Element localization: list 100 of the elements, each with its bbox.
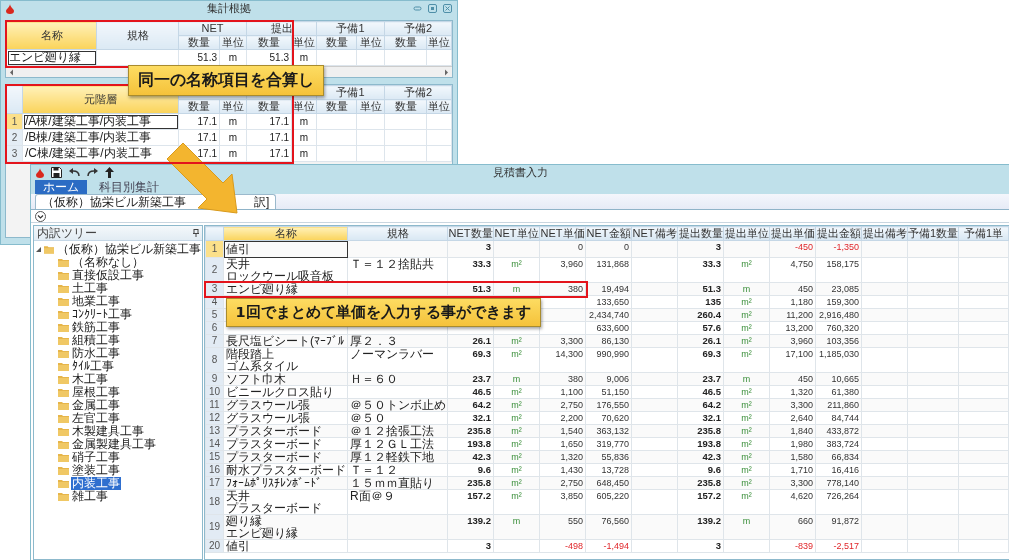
- cell-text: ロックウール吸音板: [226, 270, 335, 282]
- table-cell: 17.1: [246, 145, 292, 162]
- column-group-header: 予備1: [316, 21, 385, 36]
- row-number: 11: [205, 398, 224, 412]
- row-number: 19: [205, 514, 224, 540]
- table-cell: 990,990: [585, 347, 632, 373]
- table-cell: 9.6: [677, 463, 724, 477]
- table-cell: 1,980: [769, 437, 816, 451]
- table-cell: 726,264: [815, 489, 862, 515]
- table-cell: 193.8: [447, 437, 494, 451]
- cell-text: プラスターボード: [226, 502, 323, 514]
- table-cell: m²: [493, 385, 540, 399]
- table-cell: 61,380: [815, 385, 862, 399]
- table-cell: グラスウール張: [223, 411, 348, 425]
- table-cell: 32.1: [447, 411, 494, 425]
- table-cell: 157.2: [677, 489, 724, 515]
- table-cell: 4,750: [769, 257, 816, 283]
- table-cell: 133,650: [585, 295, 632, 309]
- table-cell: 46.5: [447, 385, 494, 399]
- table-cell: 値引: [223, 539, 348, 553]
- table-cell: 760,320: [815, 321, 862, 335]
- table-cell: 135: [677, 295, 724, 309]
- column-group-header: 予備2: [384, 85, 452, 100]
- tab-label: 訳]: [254, 193, 270, 211]
- table-cell: m: [291, 145, 317, 162]
- table-cell: 2,200: [539, 411, 586, 425]
- tab-label: （仮称）協栄ビル新築工事: [42, 193, 186, 211]
- table-cell: 17.1: [178, 113, 220, 130]
- table-cell: 14,300: [539, 347, 586, 373]
- table-cell: m²: [723, 411, 770, 425]
- table-cell: 605,220: [585, 489, 632, 515]
- table-cell: m²: [493, 437, 540, 451]
- table-cell: m²: [493, 347, 540, 373]
- table-cell: -498: [539, 539, 586, 553]
- table-cell: m²: [723, 489, 770, 515]
- table-cell: -1,494: [585, 539, 632, 553]
- cell-text: 天井: [226, 490, 251, 502]
- table-cell: 1,430: [539, 463, 586, 477]
- table-cell: m²: [723, 257, 770, 283]
- table-cell: プラスターボード: [223, 437, 348, 451]
- table-cell: ビニールクロス貼り: [223, 385, 348, 399]
- table-cell: 1,710: [769, 463, 816, 477]
- table-cell: 1,185,030: [815, 347, 862, 373]
- table-cell: m²: [493, 411, 540, 425]
- table-cell: 32.1: [677, 411, 724, 425]
- table-cell: 157.2: [447, 489, 494, 515]
- table-cell: m²: [723, 295, 770, 309]
- table-cell: -839: [769, 539, 816, 553]
- table-cell: -2,517: [815, 539, 862, 553]
- row-number: 9: [205, 372, 224, 386]
- table-cell: m²: [723, 437, 770, 451]
- table-cell: m²: [723, 347, 770, 373]
- table-cell: m: [219, 129, 247, 146]
- column-group-header: 予備2: [384, 21, 452, 36]
- table-cell: ノーマンラバー: [347, 347, 448, 373]
- table-cell: 383,724: [815, 437, 862, 451]
- table-cell: 3: [447, 539, 494, 553]
- callout-tooltip: 同一の名称項目を合算し: [128, 64, 324, 96]
- table-cell: 耐水プラスターボード: [223, 463, 348, 477]
- row-number: 13: [205, 424, 224, 438]
- cell-text: 天井: [226, 258, 251, 270]
- cell-text: エンビ廻り縁: [226, 527, 299, 539]
- table-cell: 厚１２ＧＬ工法: [347, 437, 448, 451]
- table-cell: 3: [677, 539, 724, 553]
- cell-text: 廻り縁: [226, 515, 262, 527]
- table-cell: 9.6: [447, 463, 494, 477]
- table-cell: /B棟/建築工事/内装工事: [22, 129, 179, 146]
- row-number: 7: [205, 334, 224, 348]
- table-cell: 131,868: [585, 257, 632, 283]
- row-number: 5: [205, 308, 224, 322]
- row-number: 15: [205, 450, 224, 464]
- table-cell: ＠５０: [347, 411, 448, 425]
- cell-text: ゴム系タイル: [226, 360, 299, 372]
- window-title: 集計根拠: [207, 1, 251, 16]
- row-number: 18: [205, 489, 224, 515]
- table-cell: 2,640: [769, 411, 816, 425]
- table-cell: 1,650: [539, 437, 586, 451]
- table-cell: m²: [493, 463, 540, 477]
- table-cell: R面＠９: [347, 489, 448, 515]
- table-cell: 69.3: [447, 347, 494, 373]
- table-cell: m²: [493, 489, 540, 515]
- row-number: 17: [205, 476, 224, 490]
- table-cell: 13,200: [769, 321, 816, 335]
- callout-tooltip: 1回でまとめて単価を入力する事ができます: [225, 297, 541, 327]
- table-cell: 51,150: [585, 385, 632, 399]
- table-cell: 1,180: [769, 295, 816, 309]
- table-cell: Ｔ＝１２: [347, 463, 448, 477]
- table-cell: 69.3: [677, 347, 724, 373]
- table-cell: /A棟/建築工事/内装工事: [22, 113, 179, 130]
- row-number: 8: [205, 347, 224, 373]
- table-cell: 1,100: [539, 385, 586, 399]
- table-cell: 1,320: [769, 385, 816, 399]
- table-cell: 3,850: [539, 489, 586, 515]
- table-cell: 4,620: [769, 489, 816, 515]
- table-cell: 17,100: [769, 347, 816, 373]
- table-cell: 633,600: [585, 321, 632, 335]
- table-cell: 158,175: [815, 257, 862, 283]
- table-cell: m²: [723, 321, 770, 335]
- table-cell: 84,744: [815, 411, 862, 425]
- window-title: 見積書入力: [492, 165, 548, 180]
